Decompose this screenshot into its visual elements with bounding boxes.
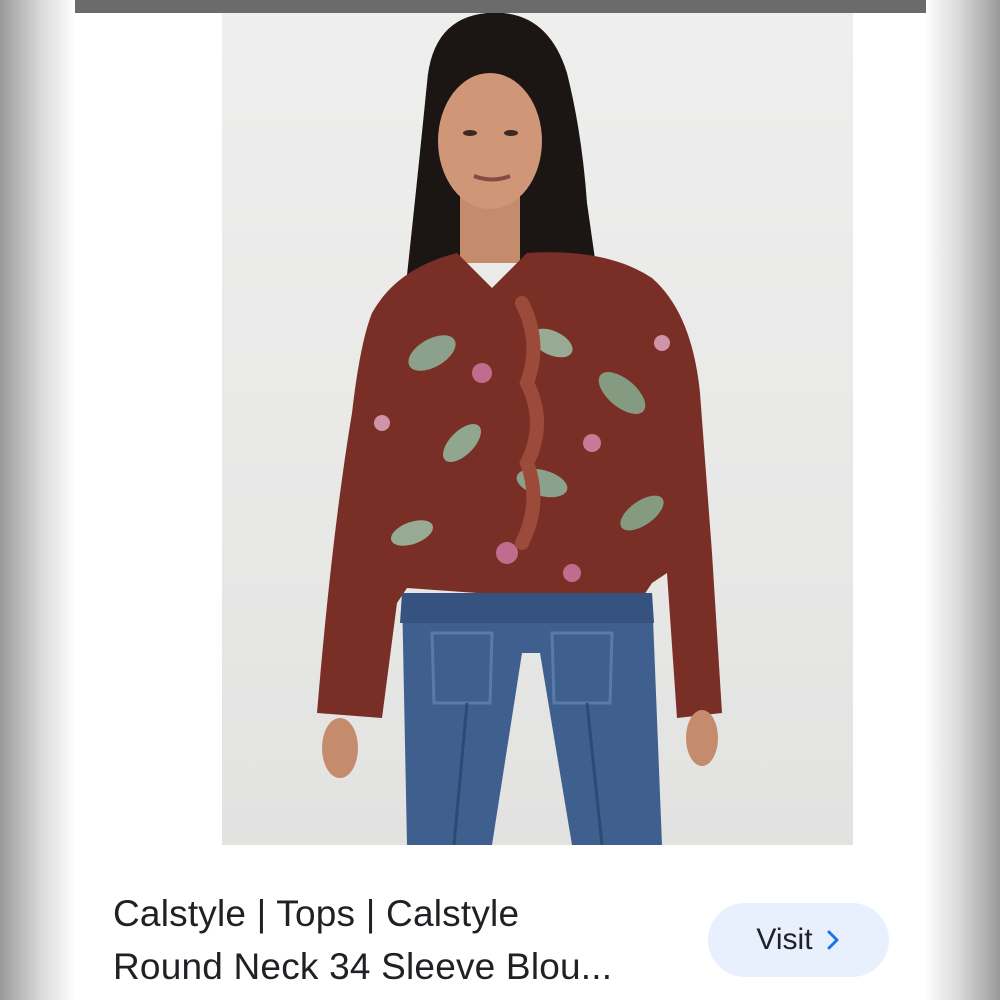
- result-card[interactable]: Calstyle | Tops | Calstyle Round Neck 34…: [75, 13, 926, 1000]
- result-title[interactable]: Calstyle | Tops | Calstyle Round Neck 34…: [113, 887, 693, 993]
- model-illustration: [317, 13, 722, 845]
- result-title-line-1[interactable]: Calstyle | Tops | Calstyle: [113, 887, 693, 940]
- visit-button[interactable]: Visit: [708, 903, 889, 977]
- top-bar: [75, 0, 926, 13]
- product-photo[interactable]: [222, 13, 853, 845]
- visit-button-label: Visit: [756, 923, 813, 956]
- chevron-right-icon: [825, 929, 841, 951]
- search-result-card-frame: Calstyle | Tops | Calstyle Round Neck 34…: [0, 0, 1000, 1000]
- result-title-line-2[interactable]: Round Neck 34 Sleeve Blou...: [113, 940, 693, 993]
